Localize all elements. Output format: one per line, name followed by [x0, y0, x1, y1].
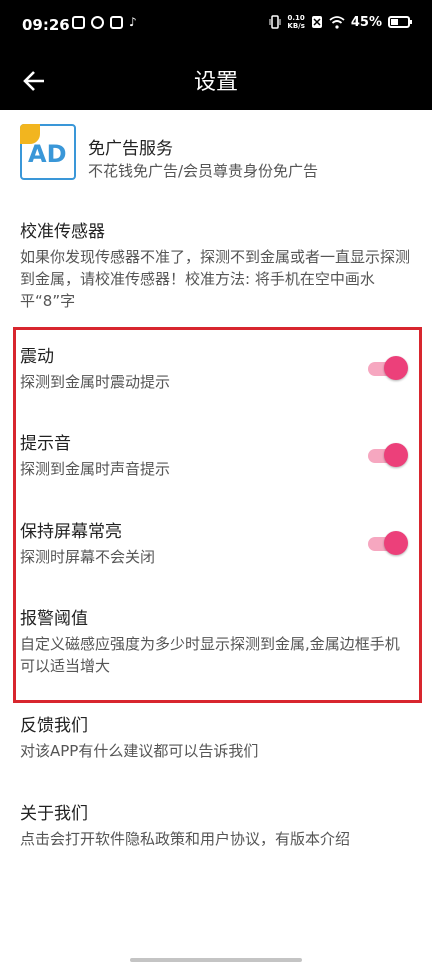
setting-title: 校准传感器: [20, 222, 105, 242]
setting-keep-screen-on[interactable]: 保持屏幕常亮 探测时屏幕不会关闭: [20, 520, 412, 568]
home-indicator[interactable]: [130, 958, 302, 962]
wifi-icon: [329, 15, 345, 29]
battery-percent: 45%: [350, 14, 382, 30]
notification-app-icon: [72, 16, 85, 29]
setting-desc: 如果你发现传感器不准了，探测不到金属或者一直显示探测到金属，请校准传感器！校准方…: [20, 248, 411, 310]
page-title: 设置: [193, 70, 238, 95]
ad-service-title: 免广告服务: [88, 139, 173, 159]
setting-sound[interactable]: 提示音 探测到金属时声音提示: [20, 432, 412, 480]
setting-title: 报警阈值: [20, 609, 88, 629]
setting-calibrate-sensor[interactable]: 校准传感器 如果你发现传感器不准了，探测不到金属或者一直显示探测到金属，请校准传…: [20, 220, 412, 312]
keep-screen-on-toggle[interactable]: [368, 531, 408, 555]
network-speed: 0.10 KB/s: [287, 14, 305, 30]
setting-desc: 对该APP有什么建议都可以告诉我们: [20, 742, 259, 760]
setting-title: 提示音: [20, 434, 71, 454]
status-right: 0.10 KB/s 45%: [269, 14, 412, 30]
ad-service-subtitle: 不花钱免广告/会员尊贵身份免广告: [88, 162, 319, 180]
notification-mail-icon: [110, 16, 123, 29]
notification-sync-icon: [91, 16, 104, 29]
setting-title: 震动: [20, 347, 54, 367]
setting-alarm-threshold[interactable]: 报警阈值 自定义磁感应强度为多少时显示探测到金属,金属边框手机可以适当增大: [20, 607, 412, 677]
setting-feedback[interactable]: 反馈我们 对该APP有什么建议都可以告诉我们: [20, 714, 412, 762]
battery-icon: [388, 16, 412, 28]
sound-toggle[interactable]: [368, 443, 408, 467]
no-sim-icon: [311, 16, 322, 28]
setting-desc: 探测到金属时震动提示: [20, 373, 171, 391]
setting-about[interactable]: 关于我们 点击会打开软件隐私政策和用户协议，有版本介绍: [20, 802, 412, 850]
setting-desc: 点击会打开软件隐私政策和用户协议，有版本介绍: [20, 830, 351, 848]
vibrate-toggle[interactable]: [368, 356, 408, 380]
ad-free-service-item[interactable]: AD 免广告服务 不花钱免广告/会员尊贵身份免广告: [0, 118, 432, 190]
setting-desc: 探测到金属时声音提示: [20, 460, 171, 478]
setting-title: 关于我们: [20, 804, 88, 824]
notification-icons: ♪: [72, 16, 142, 29]
ad-logo: AD: [20, 124, 76, 180]
status-time: 09:26: [22, 16, 70, 34]
setting-desc: 自定义磁感应强度为多少时显示探测到金属,金属边框手机可以适当增大: [20, 635, 400, 675]
setting-vibrate[interactable]: 震动 探测到金属时震动提示: [20, 345, 412, 393]
status-bar: 09:26 ♪ 0.10 KB/s 45%: [0, 0, 432, 52]
setting-desc: 探测时屏幕不会关闭: [20, 548, 156, 566]
setting-title: 反馈我们: [20, 716, 88, 736]
app-bar: 设置: [0, 52, 432, 110]
notification-tiktok-icon: ♪: [129, 15, 137, 29]
setting-title: 保持屏幕常亮: [20, 522, 122, 542]
vibrate-mode-icon: [269, 15, 281, 29]
